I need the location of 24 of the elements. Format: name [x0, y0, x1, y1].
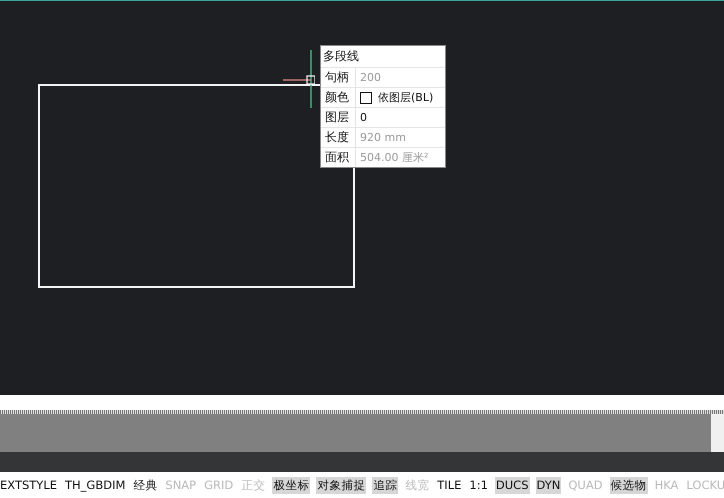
property-value: 504.00 厘米²: [360, 150, 428, 165]
status-item[interactable]: EXTSTYLE: [0, 476, 58, 494]
status-toggle[interactable]: DYN: [536, 476, 562, 494]
status-item[interactable]: 经典: [132, 476, 158, 494]
property-value: 依图层(BL): [378, 90, 434, 105]
status-toggle[interactable]: 追踪: [372, 476, 398, 494]
drawing-canvas[interactable]: 多段线 句柄 200 颜色 依图层(BL) 图层 0 长度 920 mm 面积 504.00 厘米²: [0, 0, 724, 395]
property-value: 200: [360, 71, 381, 84]
status-toggle[interactable]: DUCS: [494, 476, 530, 494]
property-value: 0: [360, 111, 367, 124]
property-label: 颜色: [321, 88, 356, 107]
crosshair-cursor-icon: [283, 50, 315, 110]
status-toggle[interactable]: 候选物: [610, 476, 648, 494]
status-item[interactable]: 1:1: [468, 476, 489, 494]
status-item[interactable]: TH_GBDIM: [64, 476, 126, 494]
status-toggle[interactable]: 对象捕捉: [316, 476, 366, 494]
property-label: 图层: [321, 108, 356, 127]
property-value: 920 mm: [360, 131, 406, 144]
status-toggle[interactable]: 极坐标: [272, 476, 310, 494]
property-label: 句柄: [321, 68, 356, 87]
status-item[interactable]: TILE: [436, 476, 462, 494]
property-label: 面积: [321, 148, 356, 167]
tooltip-title: 多段线: [322, 48, 360, 65]
property-label: 长度: [321, 128, 356, 147]
